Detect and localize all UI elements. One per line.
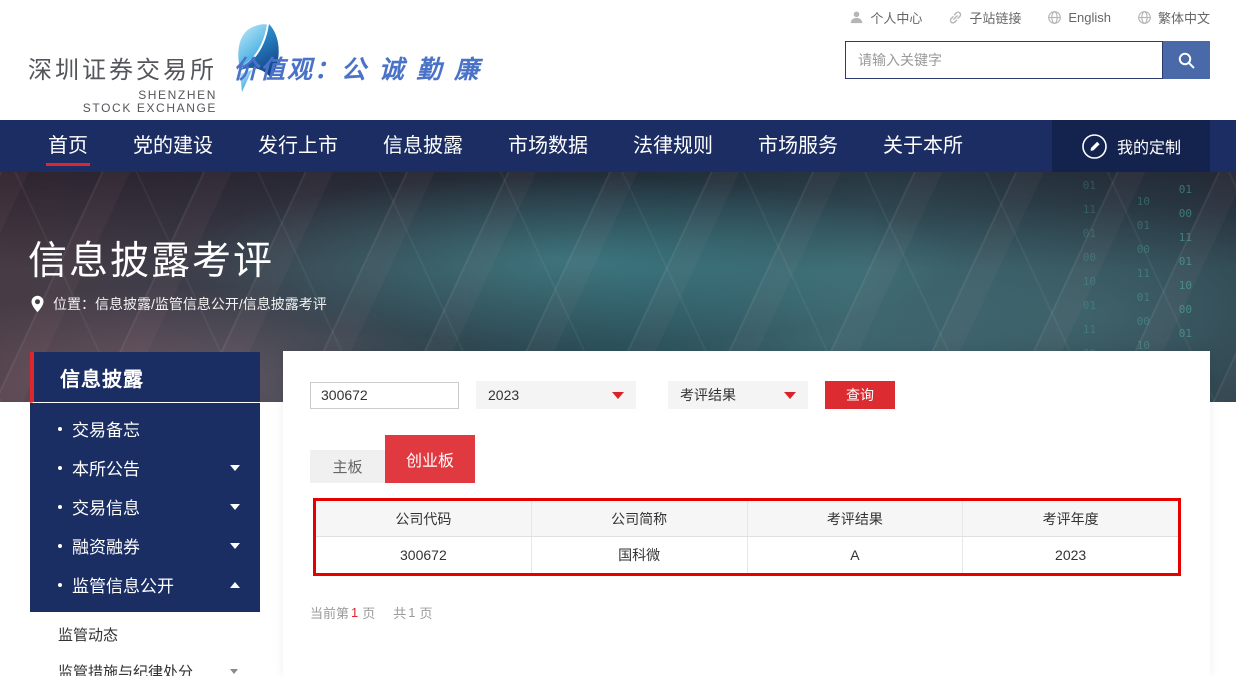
sidebar-menu: 交易备忘 本所公告 交易信息 融资融券 监管信息公开 [30, 403, 260, 612]
sidebar-item-label: 融资融券 [72, 533, 230, 558]
tab-chinext[interactable]: 创业板 [385, 435, 475, 483]
sidebar-item-label: 交易信息 [72, 494, 230, 519]
sidebar-subitem-label: 监管动态 [58, 624, 238, 645]
sidebar-item-exchange-announcements[interactable]: 本所公告 [30, 448, 260, 487]
board-tabs: 主板 创业板 [310, 435, 475, 483]
pagination-total-prefix: 共 [393, 603, 406, 622]
top-utility-links: 个人中心 子站链接 English 繁体中文 [849, 8, 1210, 27]
pagination-prefix: 当前第 [310, 603, 349, 622]
dropdown-arrow-icon [784, 392, 796, 399]
sidebar-subitem-regulatory-measures[interactable]: 监管措施与纪律处分 [30, 653, 260, 676]
bullet-dot-icon [58, 427, 62, 431]
nav-item-about[interactable]: 关于本所 [883, 120, 963, 172]
col-company-code: 公司代码 [316, 501, 532, 536]
tab-main-board[interactable]: 主板 [310, 450, 385, 483]
value-slogan: 价值观：公 诚 勤 廉 [233, 50, 481, 86]
year-select[interactable]: 2023 [476, 381, 636, 409]
globe-icon [1047, 10, 1062, 25]
globe-icon [1137, 10, 1152, 25]
page-title: 信息披露考评 [28, 230, 274, 286]
company-code-input[interactable] [310, 382, 459, 409]
chevron-down-icon [230, 543, 240, 549]
filter-bar: 2023 考评结果 查询 [310, 381, 895, 409]
nav-item-disclosure[interactable]: 信息披露 [383, 120, 463, 172]
location-pin-icon [30, 295, 45, 313]
chevron-down-icon [230, 669, 238, 674]
traditional-chinese-link[interactable]: 繁体中文 [1137, 8, 1210, 27]
sidebar-item-trading-memo[interactable]: 交易备忘 [30, 409, 260, 448]
main-nav: 首页 党的建设 发行上市 信息披露 市场数据 法律规则 市场服务 关于本所 我的… [0, 120, 1236, 172]
site-search-input[interactable] [845, 41, 1163, 79]
result-select-value: 考评结果 [680, 385, 736, 405]
site-search [845, 41, 1210, 79]
pagination-total-pages: 1 [408, 605, 415, 620]
col-rating-year: 考评年度 [963, 501, 1178, 536]
col-rating-result: 考评结果 [748, 501, 964, 536]
pencil-circle-icon [1081, 133, 1108, 160]
bullet-dot-icon [58, 544, 62, 548]
sidebar-item-margin-trading[interactable]: 融资融券 [30, 526, 260, 565]
my-customization-label: 我的定制 [1117, 134, 1181, 158]
query-button[interactable]: 查询 [825, 381, 895, 409]
content-panel: 2023 考评结果 查询 主板 创业板 公司代码 公司简称 考评结果 考评年度 … [283, 351, 1210, 676]
sidebar-header: 信息披露 [30, 352, 260, 403]
bullet-dot-icon [58, 583, 62, 587]
sidebar-item-label: 本所公告 [72, 455, 230, 480]
pagination: 当前第 1 页 共 1 页 [310, 603, 437, 622]
pagination-page-unit: 页 [420, 603, 433, 622]
pagination-current-page: 1 [351, 605, 358, 620]
pagination-page-unit: 页 [362, 603, 375, 622]
chevron-down-icon [230, 465, 240, 471]
site-search-button[interactable] [1163, 41, 1210, 79]
year-select-value: 2023 [488, 387, 519, 403]
cell-company-code: 300672 [316, 537, 532, 573]
traditional-chinese-label: 繁体中文 [1158, 8, 1210, 27]
my-customization-button[interactable]: 我的定制 [1052, 120, 1210, 172]
logo-text: 深圳证券交易所 SHENZHEN STOCK EXCHANGE [28, 50, 217, 115]
cell-company-name: 国科微 [532, 537, 748, 573]
sidebar-item-trading-info[interactable]: 交易信息 [30, 487, 260, 526]
breadcrumb: 位置：信息披露/监管信息公开/信息披露考评 [30, 294, 327, 314]
sidebar-subitem-label: 监管措施与纪律处分 [58, 661, 230, 676]
breadcrumb-text: 位置：信息披露/监管信息公开/信息披露考评 [53, 294, 327, 314]
table-header-row: 公司代码 公司简称 考评结果 考评年度 [316, 501, 1178, 537]
subsite-links-link[interactable]: 子站链接 [948, 8, 1021, 27]
magnifier-icon [1177, 51, 1196, 70]
nav-item-party-building[interactable]: 党的建设 [133, 120, 213, 172]
bullet-dot-icon [58, 505, 62, 509]
sidebar-title: 信息披露 [60, 363, 144, 392]
sidebar-subitem-regulatory-news[interactable]: 监管动态 [30, 616, 260, 653]
dropdown-arrow-icon [612, 392, 624, 399]
chevron-down-icon [230, 504, 240, 510]
cell-rating-year: 2023 [963, 537, 1178, 573]
logo-name-en: SHENZHEN STOCK EXCHANGE [28, 89, 217, 115]
nav-item-market-data[interactable]: 市场数据 [508, 120, 588, 172]
logo-name-en-line2: STOCK EXCHANGE [28, 102, 217, 115]
sidebar-submenu: 监管动态 监管措施与纪律处分 [30, 612, 260, 676]
site-header: 深圳证券交易所 SHENZHEN STOCK EXCHANGE 价值观：公 诚 … [0, 0, 1236, 120]
result-select[interactable]: 考评结果 [668, 381, 808, 409]
personal-center-link[interactable]: 个人中心 [849, 8, 922, 27]
logo-name-cn: 深圳证券交易所 [28, 50, 217, 85]
table-row: 300672 国科微 A 2023 [316, 537, 1178, 573]
nav-item-home[interactable]: 首页 [48, 120, 88, 172]
personal-center-label: 个人中心 [870, 8, 922, 27]
cell-rating-result: A [748, 537, 964, 573]
english-link[interactable]: English [1047, 10, 1111, 25]
nav-item-listing[interactable]: 发行上市 [258, 120, 338, 172]
english-label: English [1068, 10, 1111, 25]
chevron-up-icon [230, 582, 240, 588]
results-table: 公司代码 公司简称 考评结果 考评年度 300672 国科微 A 2023 [313, 498, 1181, 576]
sidebar-item-regulatory-disclosure[interactable]: 监管信息公开 [30, 565, 260, 604]
nav-item-market-services[interactable]: 市场服务 [758, 120, 838, 172]
sidebar: 信息披露 交易备忘 本所公告 交易信息 融资融券 监管信息公开 监管 [30, 352, 260, 676]
nav-item-rules[interactable]: 法律规则 [633, 120, 713, 172]
link-icon [948, 10, 963, 25]
user-icon [849, 10, 864, 25]
sidebar-item-label: 监管信息公开 [72, 572, 230, 597]
sidebar-item-label: 交易备忘 [72, 416, 240, 441]
subsite-links-label: 子站链接 [969, 8, 1021, 27]
col-company-name: 公司简称 [532, 501, 748, 536]
bullet-dot-icon [58, 466, 62, 470]
